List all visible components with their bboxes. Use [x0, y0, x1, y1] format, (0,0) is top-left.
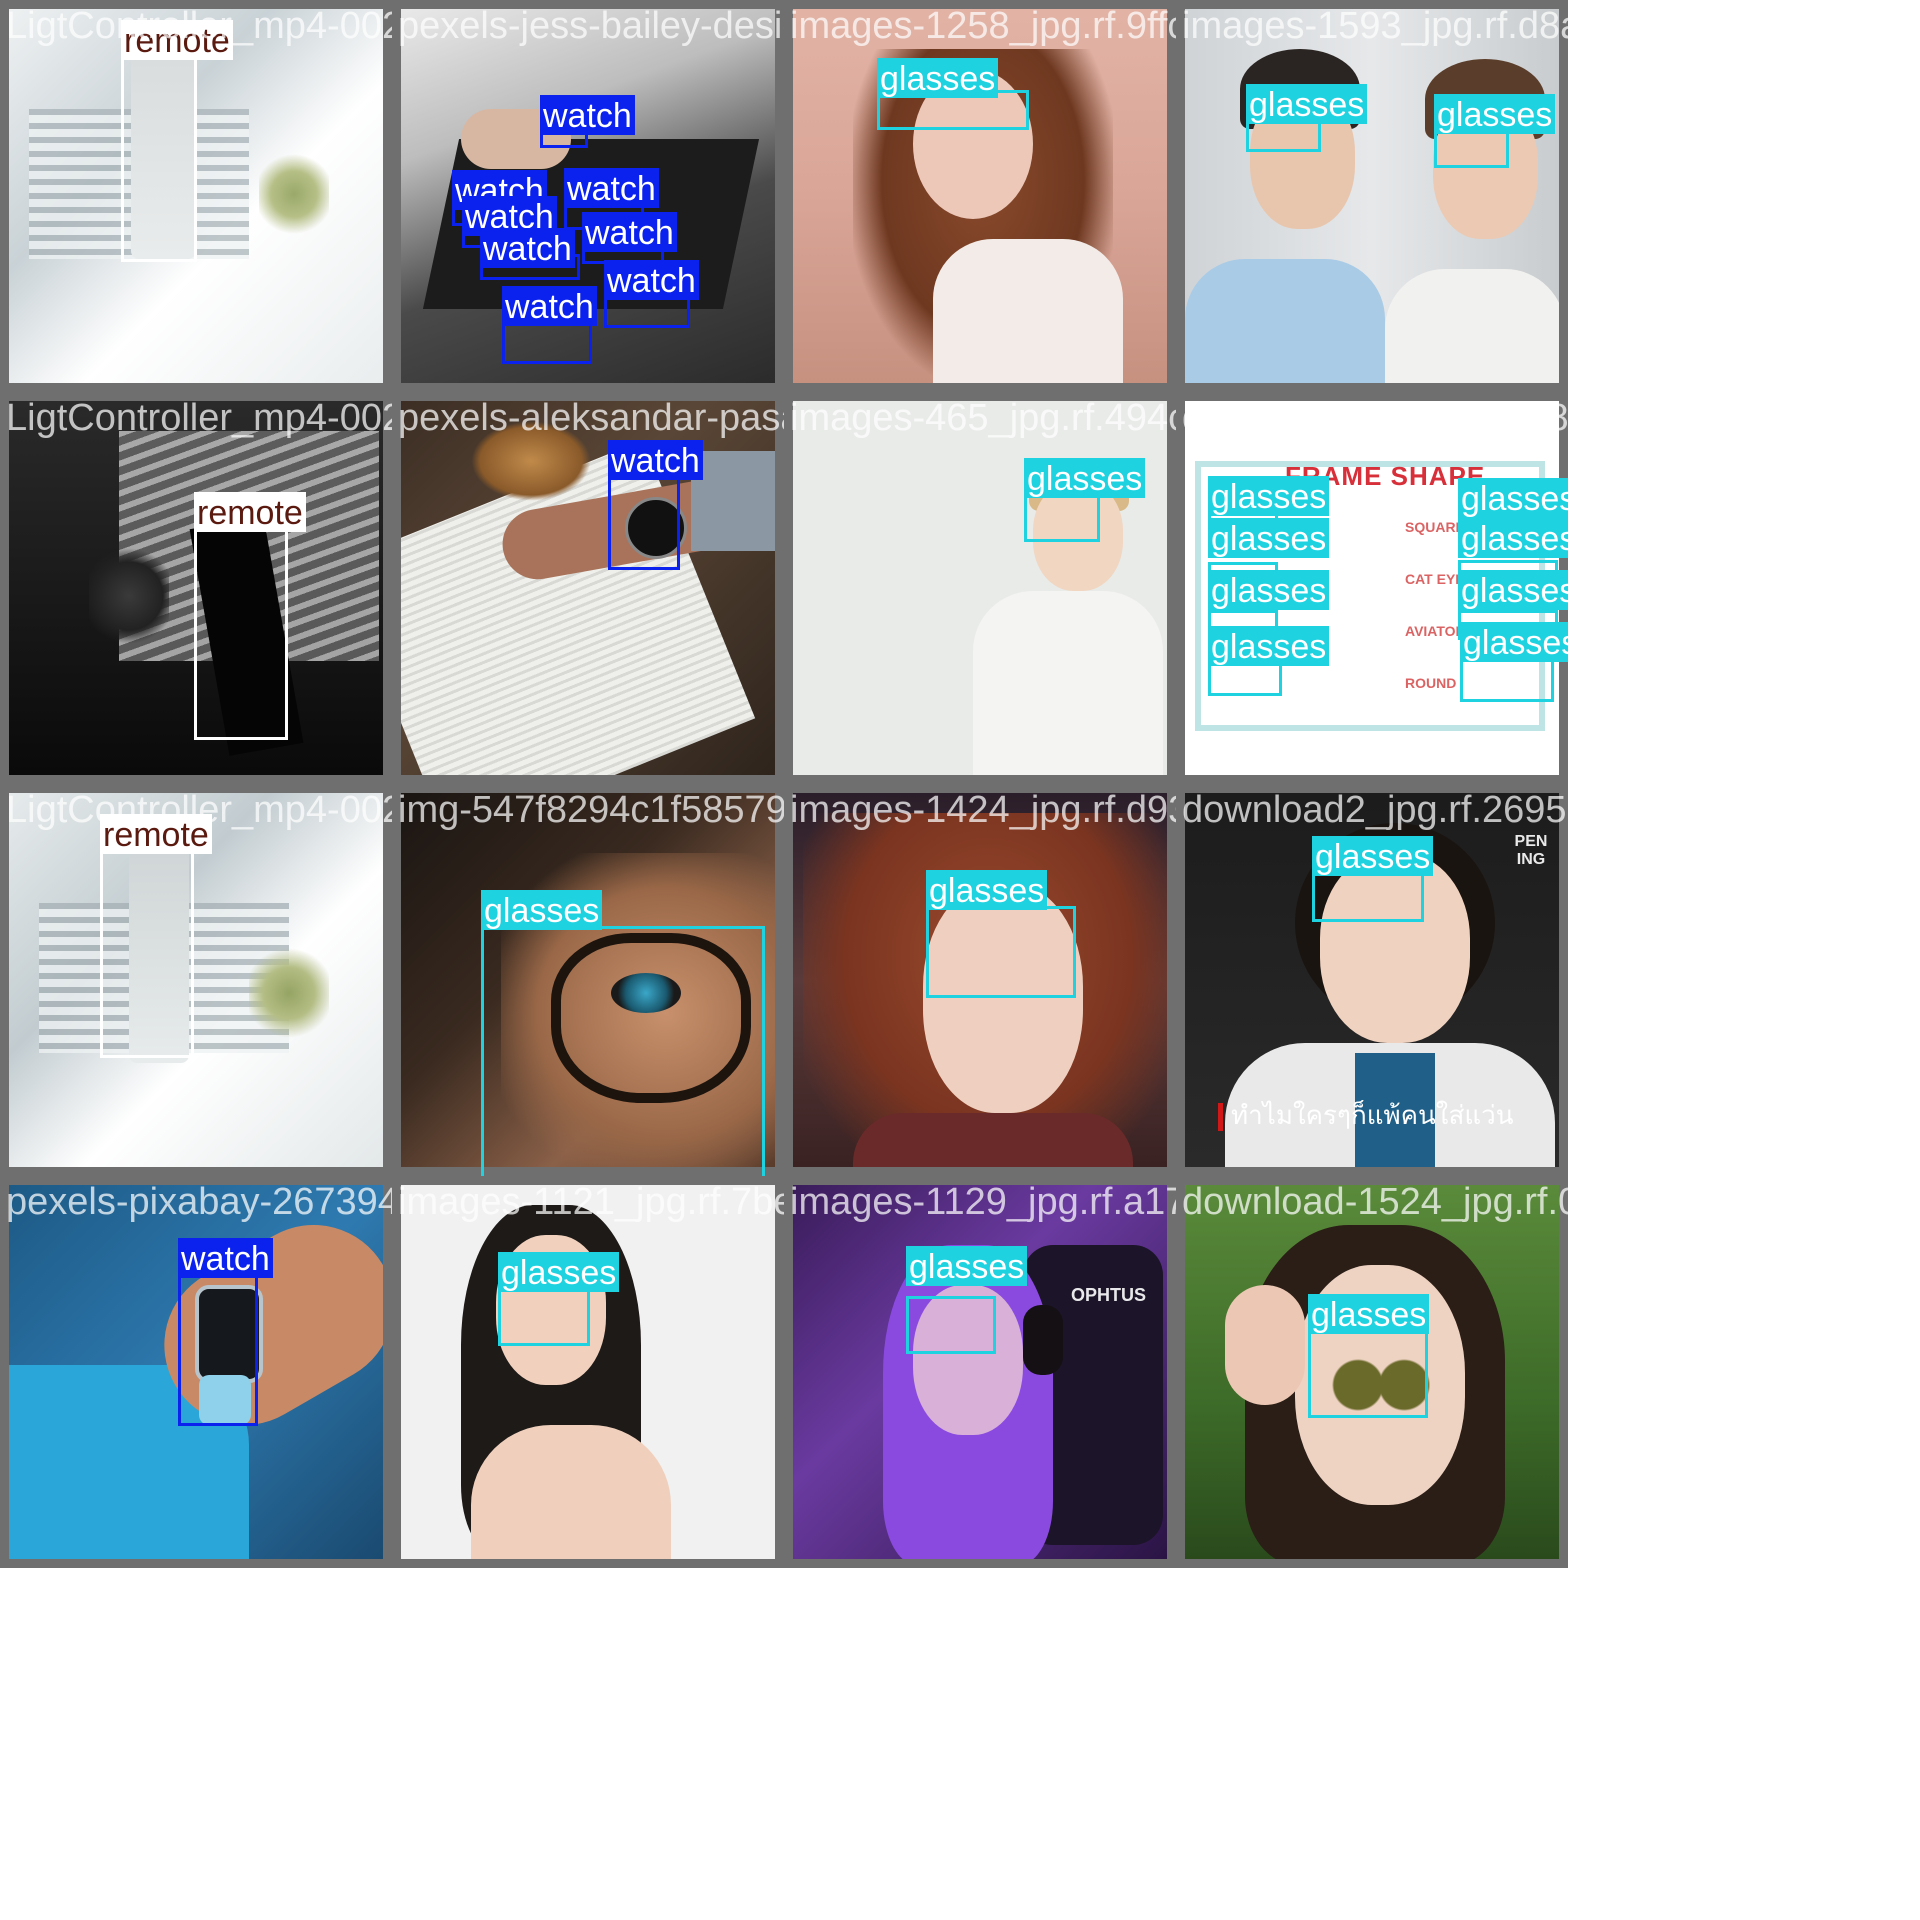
remote-bbox [194, 520, 288, 740]
glasses-bbox [481, 926, 765, 1176]
watch-label: watch [502, 286, 597, 326]
glasses-bbox [1208, 662, 1282, 696]
tile: glasses img-547f8294c1f58579358389641a34… [392, 784, 784, 1176]
shoulders [471, 1425, 671, 1559]
remote-label: remote [100, 814, 212, 854]
tile: glasses download-1524_jpg.rf.06ed36d [1176, 1176, 1568, 1568]
gamer-logo: OPHTUS [1071, 1285, 1147, 1305]
photo-two-men [1185, 9, 1559, 383]
glasses-label: glasses [1024, 458, 1146, 498]
glasses-bbox [1024, 494, 1100, 542]
frame-row-label: ROUND [1405, 675, 1457, 691]
tile: watch watch watch watch watch watch watc… [392, 0, 784, 392]
eye-chart-letters [823, 441, 973, 761]
plant [89, 541, 169, 651]
glasses-label: glasses [877, 58, 999, 98]
tile: OPHTUS glasses images-1129_jpg.rf.a17be2… [784, 1176, 1176, 1568]
glasses-bbox [1246, 120, 1321, 152]
glasses-label: glasses [1312, 836, 1434, 876]
glasses-label: glasses [1460, 622, 1568, 662]
glasses-label: glasses [1458, 518, 1568, 558]
glasses-label: glasses [1246, 84, 1368, 124]
tile: remote LigtController_mp4-0027_jpg.rf.2c… [0, 0, 392, 392]
glasses-label: glasses [1458, 570, 1568, 610]
frame-row-label: SQUARE [1405, 519, 1465, 535]
tile: glasses images-1121_jpg.rf.7be2a960d4 [392, 1176, 784, 1568]
glasses-bbox [498, 1288, 590, 1346]
remote-label: remote [121, 20, 233, 60]
watch-label: watch [608, 440, 703, 480]
headphones [1023, 1305, 1063, 1375]
glasses-bbox [1434, 128, 1509, 168]
glasses-label: glasses [1208, 476, 1330, 516]
shirt [933, 239, 1123, 383]
photo-gamer-purple: OPHTUS [793, 1185, 1167, 1559]
man-right-jacket [1385, 269, 1559, 383]
frame-row-label: AVIATOR [1405, 623, 1466, 639]
photo-woman-white [401, 1185, 775, 1559]
glasses-label: glasses [1208, 518, 1330, 558]
remote-bbox [121, 44, 197, 262]
watch-label: watch [564, 168, 659, 208]
tile: watch pexels-pixabay-267394_jpg.rf.b2ec2… [0, 1176, 392, 1568]
glasses-label: glasses [1208, 626, 1330, 666]
glasses-bbox [1312, 872, 1424, 922]
glasses-label: glasses [1208, 570, 1330, 610]
glasses-bbox [1308, 1330, 1428, 1418]
tile: glasses images-1424_jpg.rf.d93b5e7a [784, 784, 1176, 1176]
plant [249, 943, 329, 1043]
glasses-bbox [906, 1296, 996, 1354]
glasses-label: glasses [481, 890, 603, 930]
sweater [853, 1113, 1133, 1167]
tile: glasses glasses images-1593_jpg.rf.d8a59… [1176, 0, 1568, 392]
glasses-label: glasses [1458, 478, 1568, 518]
glasses-label: glasses [906, 1246, 1028, 1286]
food-plate [471, 421, 591, 501]
watch-bbox [608, 472, 680, 570]
boy-shirt [973, 591, 1163, 775]
thai-caption-text: ทำไมใครๆก็แพ้คนใส่แว่น [1231, 1100, 1514, 1130]
watch-label: watch [540, 95, 635, 135]
tile: watch pexels-aleksandar-pasaric-1151440_… [392, 392, 784, 784]
tile: PEN ING ทำไมใครๆก็แพ้คนใส่แว่น glasses d… [1176, 784, 1568, 1176]
tile: glasses images-465_jpg.rf.494cc76f2bdc1f… [784, 392, 1176, 784]
remote-bbox [100, 842, 194, 1058]
tile: glasses images-1258_jpg.rf.9ffc378ecb2e4… [784, 0, 1176, 392]
glasses-label: glasses [926, 870, 1048, 910]
watch-label: watch [604, 260, 699, 300]
corner-logo: PEN ING [1514, 833, 1548, 868]
remote-label: remote [194, 492, 306, 532]
plant [259, 149, 329, 239]
tile: FRAME SHAPE SQUARE CAT EYE AVIATOR ROUND… [1176, 392, 1568, 784]
watch-bbox [178, 1270, 258, 1426]
frame-row-label: CAT EYE [1405, 571, 1465, 587]
photo-newspaper-wrist [401, 401, 775, 775]
glasses-label: glasses [1434, 94, 1556, 134]
hand [1225, 1285, 1305, 1405]
tile: remote LigtController_mp4-0029_jpg.rf.5f… [0, 392, 392, 784]
detection-mosaic: remote LigtController_mp4-0027_jpg.rf.2c… [0, 0, 1920, 1920]
tile: remote LigtController_mp4-0028_jpg.rf.c8… [0, 784, 392, 1176]
glasses-bbox [926, 906, 1076, 998]
thai-caption: ทำไมใครๆก็แพ้คนใส่แว่น [1218, 1100, 1514, 1132]
watch-label: watch [178, 1238, 273, 1278]
caption-accent-bar [1218, 1103, 1223, 1132]
sleeve [691, 451, 775, 551]
watch-label: watch [480, 228, 575, 268]
watch-label: watch [582, 212, 677, 252]
glasses-label: glasses [1308, 1294, 1430, 1334]
man-left-shirt [1185, 259, 1385, 383]
glasses-label: glasses [498, 1252, 620, 1292]
